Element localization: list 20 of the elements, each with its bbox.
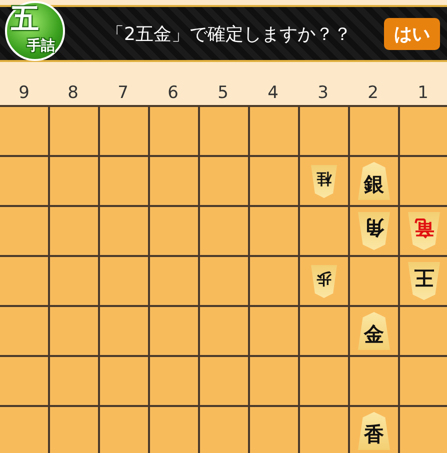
confirm-message: 「2五金」で確定しますか？？ xyxy=(106,22,352,46)
shogi-piece[interactable]: 王 xyxy=(408,262,440,300)
shogi-piece[interactable]: 香 xyxy=(358,412,390,450)
shogi-piece[interactable]: 金 xyxy=(358,312,390,350)
badge-label: 手詰 xyxy=(27,39,55,53)
file-number: 3 xyxy=(316,83,330,105)
file-number: 8 xyxy=(66,83,80,105)
shogi-piece[interactable]: 角 xyxy=(358,212,390,250)
shogi-piece[interactable]: 桂 xyxy=(311,164,337,198)
file-number: 9 xyxy=(18,83,30,105)
shogi-piece[interactable]: 銀 xyxy=(358,162,390,200)
file-number: 5 xyxy=(216,83,230,105)
file-number: 4 xyxy=(266,83,280,105)
file-number: 7 xyxy=(116,83,130,105)
file-number: 6 xyxy=(166,83,180,105)
move-count: 五 xyxy=(11,5,39,33)
file-number: 2 xyxy=(366,83,380,105)
shogi-piece[interactable]: 竜 xyxy=(408,212,440,250)
file-number: 1 xyxy=(416,83,430,105)
shogi-piece[interactable]: 歩 xyxy=(311,264,337,298)
